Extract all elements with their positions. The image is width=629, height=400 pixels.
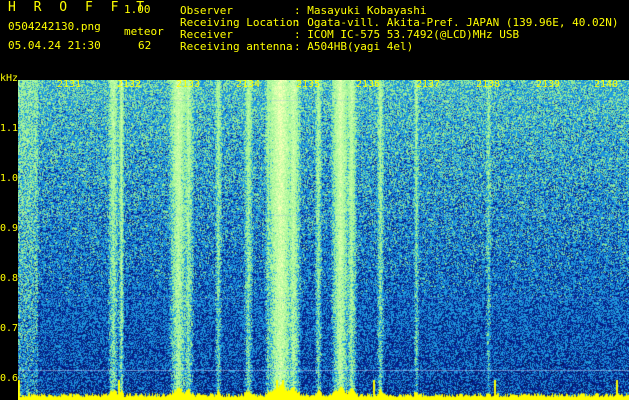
filename-label: 0504242130.png xyxy=(8,20,101,33)
x-tick-label: 2139 xyxy=(536,79,561,90)
y-tick-label: 1.1 xyxy=(0,123,19,134)
y-tick-label: 0.7 xyxy=(0,323,19,334)
y-tick-label: 0.9 xyxy=(0,223,19,234)
y-tick-label: 1.0 xyxy=(0,173,19,184)
axis-unit-label: kHz xyxy=(0,73,19,84)
y-tick-label: 0.6 xyxy=(0,373,19,384)
x-tick-label: 2138 xyxy=(476,79,501,90)
x-tick-label: 2140 xyxy=(594,79,619,90)
x-tick-label: 2136 xyxy=(356,79,381,90)
x-tick-label: 2137 xyxy=(416,79,441,90)
x-tick-label: 2134 xyxy=(236,79,261,90)
spectrogram xyxy=(18,80,629,400)
event-kind-label: meteor xyxy=(124,25,164,38)
info-antenna-value: : A504HB(yagi 4el) xyxy=(294,40,414,53)
version-label: 1.00 xyxy=(124,3,151,16)
info-antenna-label: Receiving antenna xyxy=(180,40,293,53)
timestamp-label: 05.04.24 21:30 xyxy=(8,39,101,52)
x-tick-label: 2133 xyxy=(176,79,201,90)
x-tick-label: 2135 xyxy=(296,79,321,90)
y-tick-label: 0.8 xyxy=(0,273,19,284)
x-tick-label: 2131 xyxy=(57,79,82,90)
event-count-label: 62 xyxy=(138,39,152,52)
x-tick-label: 2132 xyxy=(117,79,142,90)
hroft-display: { "header": { "title": "H R O F F T", "v… xyxy=(0,0,629,400)
